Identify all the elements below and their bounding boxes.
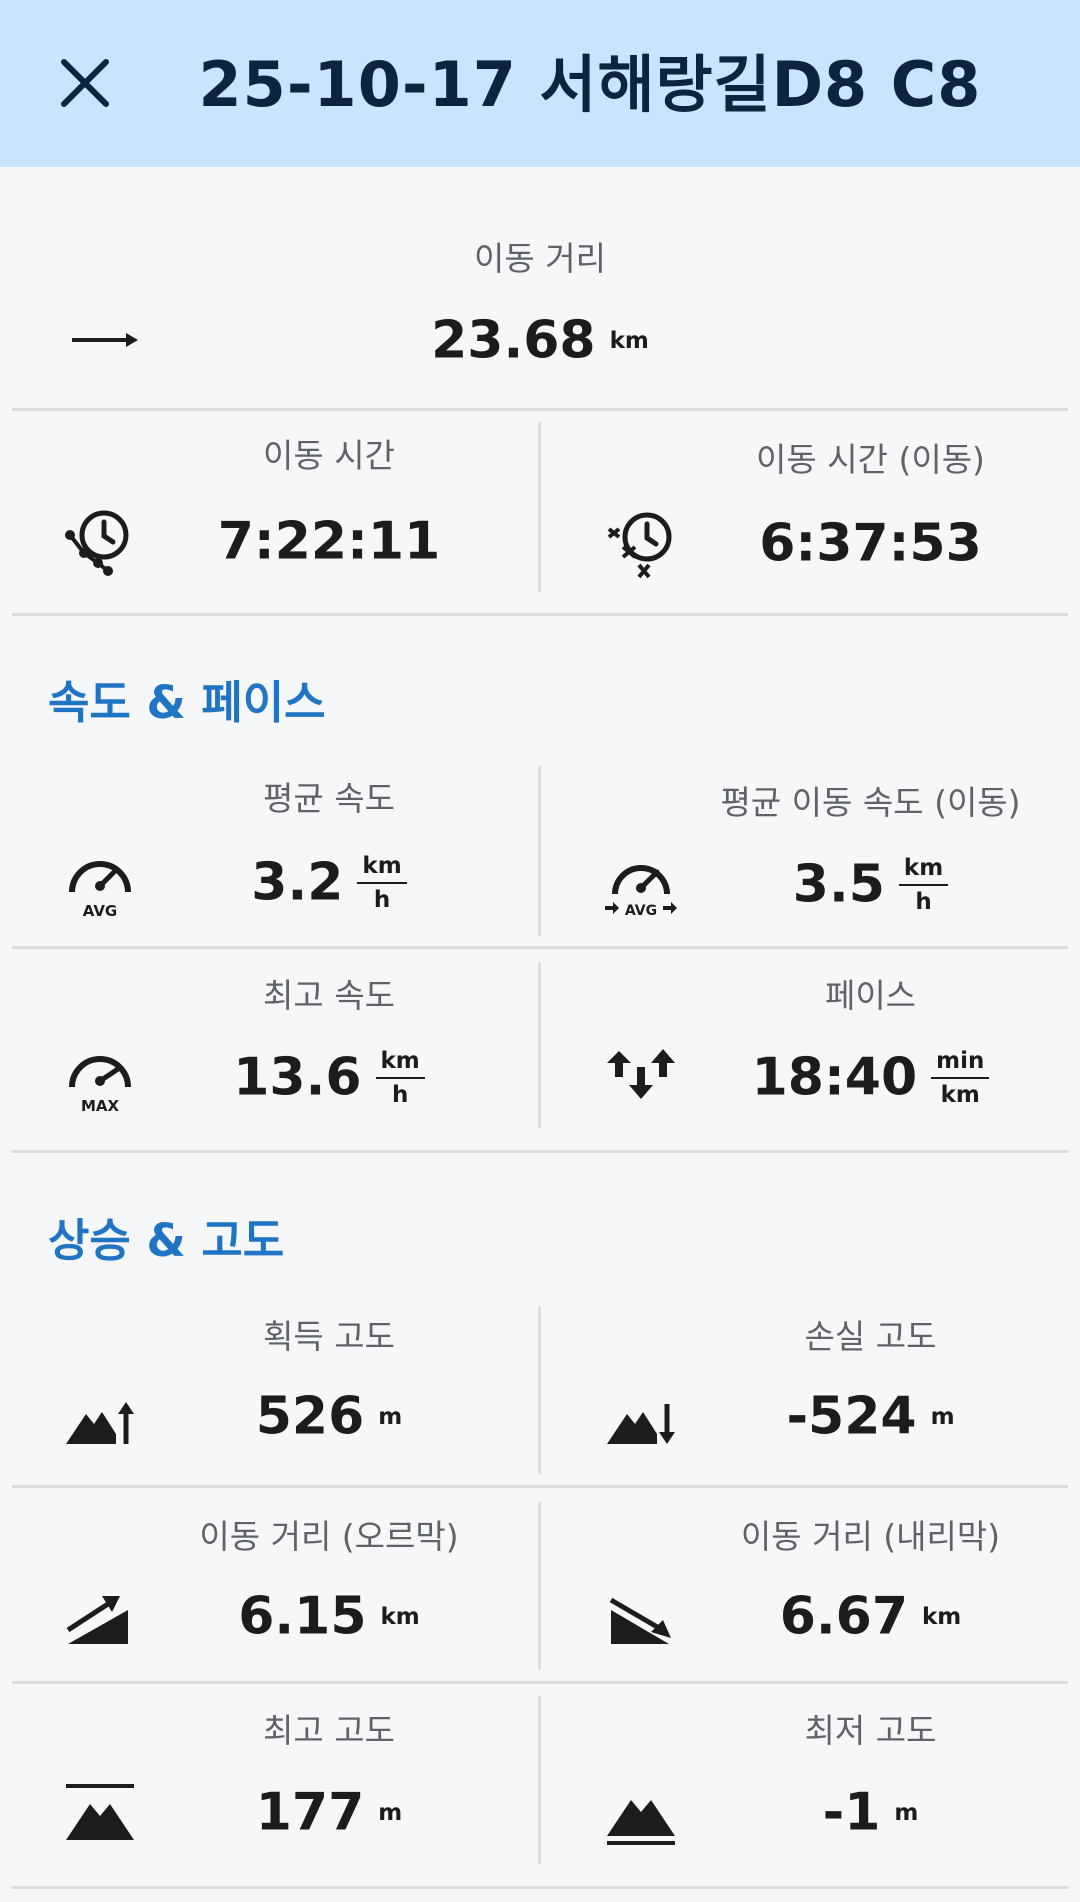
stat-distance-downhill: 이동 거리 (내리막) 6.67 km <box>541 1488 1080 1682</box>
stat-value-wrap: 6.15 km <box>120 1580 538 1652</box>
svg-text:AVG: AVG <box>625 903 657 919</box>
stat-value-wrap: 6.67 km <box>661 1580 1080 1652</box>
stat-value: 6:37:53 <box>759 513 982 574</box>
stat-label: 이동 시간 <box>263 436 395 475</box>
stat-distance: 이동 거리 23.68 km <box>0 170 1080 410</box>
stat-value-wrap: -1 m <box>661 1776 1080 1848</box>
stat-time-moving: 이동 시간 (이동) 6:37:53 <box>541 411 1080 615</box>
stat-unit: m <box>894 1799 919 1826</box>
stat-label: 최저 고도 <box>804 1711 937 1750</box>
section-title-elevation: 상승 & 고도 <box>48 1214 285 1267</box>
stat-value-wrap: 23.68 km <box>0 304 1080 376</box>
stat-unit: km <box>922 1603 962 1630</box>
divider <box>12 1886 1068 1889</box>
stat-unit: km <box>609 327 649 354</box>
stat-pace: 페이스 18:40 min km <box>541 949 1080 1149</box>
stat-label: 획득 고도 <box>263 1317 395 1356</box>
stat-value-wrap: 177 m <box>120 1776 538 1848</box>
stat-label: 최고 고도 <box>263 1711 395 1750</box>
stat-unit: m <box>378 1799 403 1826</box>
stat-unit: min km <box>931 1047 990 1109</box>
stat-value: -1 <box>822 1782 881 1843</box>
stat-elevation-loss: 손실 고도 -524 m <box>541 1296 1080 1486</box>
close-icon[interactable] <box>52 50 118 116</box>
stat-value: 13.6 <box>233 1047 362 1108</box>
stat-avg-moving-speed: 평균 이동 속도 (이동) AVG 3.5 km h <box>541 760 1080 948</box>
stat-label: 평균 속도 <box>263 779 395 818</box>
stat-value-wrap: -524 m <box>661 1380 1080 1452</box>
stat-value: -524 <box>786 1386 917 1447</box>
stat-value: 3.2 <box>251 852 344 913</box>
stat-value-wrap: 7:22:11 <box>120 505 538 577</box>
stat-label: 최고 속도 <box>263 976 395 1015</box>
stat-value-wrap: 6:37:53 <box>661 507 1080 579</box>
stat-unit: km <box>380 1603 420 1630</box>
stat-distance-uphill: 이동 거리 (오르막) 6.15 km <box>0 1488 538 1682</box>
stat-unit: km h <box>375 1047 425 1109</box>
stat-avg-speed: 평균 속도 AVG 3.2 km h <box>0 760 538 948</box>
stat-max-speed: 최고 속도 MAX 13.6 km h <box>0 949 538 1149</box>
stat-label: 이동 거리 (오르막) <box>199 1517 459 1556</box>
stat-value: 18:40 <box>751 1047 918 1108</box>
stat-unit: m <box>930 1403 955 1430</box>
stat-label: 이동 거리 <box>474 239 606 278</box>
stat-value-wrap: 13.6 km h <box>120 1041 538 1113</box>
stat-value-wrap: 3.5 km h <box>661 848 1080 920</box>
divider <box>12 1150 1068 1153</box>
stat-value-wrap: 3.2 km h <box>120 846 538 918</box>
svg-text:MAX: MAX <box>81 1097 120 1113</box>
stat-unit: km h <box>357 852 407 914</box>
svg-text:AVG: AVG <box>83 902 118 918</box>
stat-value: 7:22:11 <box>217 511 441 572</box>
stat-label: 이동 시간 (이동) <box>756 440 985 479</box>
stat-time-total: 이동 시간 7:22:11 <box>0 411 538 615</box>
stat-value-wrap: 18:40 min km <box>661 1041 1080 1113</box>
stat-value-wrap: 526 m <box>120 1380 538 1452</box>
stat-unit: m <box>378 1403 403 1430</box>
stat-value: 6.15 <box>238 1586 367 1647</box>
stat-value: 177 <box>255 1782 365 1843</box>
stat-value: 23.68 <box>431 310 596 371</box>
stat-value: 526 <box>255 1386 365 1447</box>
divider <box>12 613 1068 616</box>
stat-elevation-gain: 획득 고도 526 m <box>0 1296 538 1486</box>
top-app-bar: 25-10-17 서해랑길D8 C8 <box>0 0 1080 167</box>
stat-unit: km h <box>898 854 949 916</box>
stat-label: 이동 거리 (내리막) <box>740 1517 1001 1556</box>
section-title-speed: 속도 & 페이스 <box>48 676 326 729</box>
stat-label: 평균 이동 속도 (이동) <box>720 783 1021 822</box>
stat-value: 3.5 <box>792 854 885 915</box>
stat-value: 6.67 <box>779 1586 909 1647</box>
stat-max-elevation: 최고 고도 177 m <box>0 1684 538 1878</box>
stat-min-elevation: 최저 고도 -1 m <box>541 1684 1080 1878</box>
stat-label: 페이스 <box>824 976 917 1015</box>
stat-label: 손실 고도 <box>804 1317 937 1356</box>
page-title: 25-10-17 서해랑길D8 C8 <box>198 48 982 121</box>
